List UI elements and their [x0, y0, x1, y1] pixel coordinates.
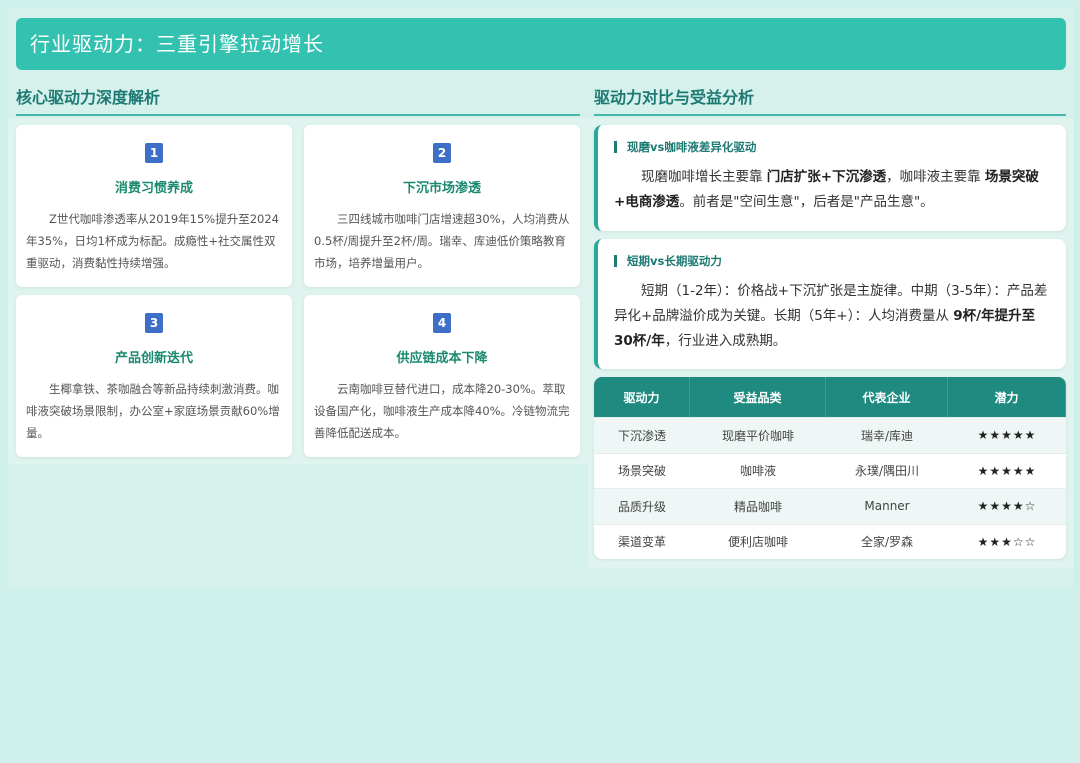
box-title: 现磨vs咖啡液差异化驱动: [614, 141, 756, 153]
table-row: 场景突破 咖啡液 永璞/隅田川 ★★★★★: [594, 452, 1066, 489]
card-title: 供应链成本下降: [396, 351, 488, 366]
table-cell: 渠道变革: [617, 535, 666, 550]
table-row: 品质升级 精品咖啡 Manner ★★★★☆: [594, 488, 1066, 524]
card-title: 消费习惯养成: [114, 181, 193, 196]
benefit-table: 驱动力 受益品类 代表企业 潜力 下沉渗透 现磨平价咖啡 瑞幸/库迪 ★★★★★…: [594, 377, 1066, 559]
table-cell: 永璞/隅田川: [854, 464, 920, 479]
card-number-badge: 1: [145, 143, 163, 163]
card-number-badge: 3: [145, 313, 163, 333]
box-title: 短期vs长期驱动力: [614, 255, 722, 267]
rating-stars: ★★★★★: [977, 428, 1037, 443]
table-cell: 全家/罗森: [860, 535, 914, 550]
table-header: 驱动力 受益品类 代表企业 潜力: [594, 377, 1066, 417]
card-number-badge: 2: [433, 143, 451, 163]
card-text: 三四线城市咖啡门店增速超30%，人均消费从0.5杯/周提升至2杯/周。瑞幸、库迪…: [314, 212, 570, 270]
header-cell: 受益品类: [690, 377, 826, 417]
table-cell: 便利店咖啡: [727, 535, 788, 550]
comparison-box-1: 现磨vs咖啡液差异化驱动 现磨咖啡增长主要靠 门店扩张+下沉渗透，咖啡液主要靠 …: [594, 125, 1066, 231]
page-title: 行业驱动力：三重引擎拉动增长: [16, 18, 1066, 70]
comparison-box-2: 短期vs长期驱动力 短期（1-2年）：价格战+下沉扩张是主旋律。中期（3-5年）…: [594, 239, 1066, 369]
right-section-title: 驱动力对比与受益分析: [594, 88, 755, 107]
header-cell: 驱动力: [594, 377, 690, 417]
driver-card-2: 2 下沉市场渗透 三四线城市咖啡门店增速超30%，人均消费从0.5杯/周提升至2…: [304, 125, 580, 287]
table-cell: 咖啡液: [739, 464, 776, 479]
right-section-divider: [594, 114, 1066, 116]
card-text: 生椰拿铁、茶咖融合等新品持续刺激消费。咖啡液突破场景限制，办公室+家庭场景贡献6…: [26, 382, 280, 440]
left-section-title: 核心驱动力深度解析: [16, 88, 161, 107]
driver-card-1: 1 消费习惯养成 Z世代咖啡渗透率从2019年15%提升至2024年35%，日均…: [16, 125, 292, 287]
card-text: 云南咖啡豆替代进口，成本降20-30%。萃取设备国产化，咖啡液生产成本降40%。…: [314, 382, 570, 440]
header-cell: 潜力: [948, 377, 1066, 417]
box-text: 现磨咖啡增长主要靠 门店扩张+下沉渗透，咖啡液主要靠 场景突破+电商渗透。前者是…: [614, 169, 1039, 210]
card-text: Z世代咖啡渗透率从2019年15%提升至2024年35%，日均1杯成为标配。成瘾…: [26, 212, 279, 270]
table-cell: Manner: [864, 499, 910, 514]
table-cell: 现磨平价咖啡: [721, 428, 794, 443]
box-text: 短期（1-2年）：价格战+下沉扩张是主旋律。中期（3-5年）：产品差异化+品牌溢…: [614, 283, 1048, 349]
driver-card-3: 3 产品创新迭代 生椰拿铁、茶咖融合等新品持续刺激消费。咖啡液突破场景限制，办公…: [16, 295, 292, 457]
card-title: 产品创新迭代: [114, 351, 193, 366]
rating-stars: ★★★★☆: [977, 499, 1037, 514]
card-number-badge: 4: [433, 313, 451, 333]
rating-stars: ★★★★★: [977, 463, 1037, 478]
header-cell: 代表企业: [826, 377, 948, 417]
table-row: 下沉渗透 现磨平价咖啡 瑞幸/库迪 ★★★★★: [594, 417, 1066, 453]
table-cell: 瑞幸/库迪: [860, 428, 914, 443]
table-cell: 精品咖啡: [733, 499, 782, 514]
table-row: 渠道变革 便利店咖啡 全家/罗森 ★★★☆☆: [594, 523, 1066, 560]
rating-stars: ★★★☆☆: [977, 534, 1037, 549]
table-cell: 品质升级: [617, 499, 666, 514]
card-title: 下沉市场渗透: [402, 181, 481, 196]
driver-card-4: 4 供应链成本下降 云南咖啡豆替代进口，成本降20-30%。萃取设备国产化，咖啡…: [304, 295, 580, 457]
table-cell: 场景突破: [617, 464, 666, 479]
left-section-divider: [16, 114, 580, 116]
table-cell: 下沉渗透: [617, 428, 666, 443]
